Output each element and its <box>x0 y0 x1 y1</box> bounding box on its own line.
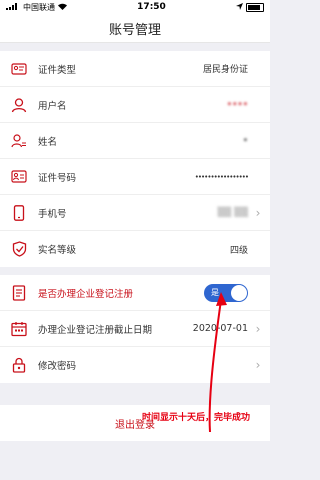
status-time: 17:50 <box>137 2 166 12</box>
row-phone[interactable]: 手机号 ▒▒ ▒▒ › <box>0 195 270 231</box>
name-icon <box>10 132 28 150</box>
chevron-right-icon: › <box>255 358 261 372</box>
row-label: 办理企业登记注册截止日期 <box>38 324 153 336</box>
row-label: 用户名 <box>38 100 67 112</box>
battery-icon <box>246 2 264 12</box>
id-card-icon <box>10 60 28 78</box>
calendar-icon <box>10 320 28 338</box>
toggle-text: 是 <box>211 288 219 297</box>
chevron-right-icon: › <box>255 321 261 336</box>
row-verification-level: 实名等级 四级 <box>0 231 270 267</box>
account-info-group: 证件类型 居民身份证 用户名 •••• 姓名 • 证件号码 ••••••••••… <box>0 51 270 267</box>
row-value: • <box>242 135 248 146</box>
row-id-type: 证件类型 居民身份证 <box>0 51 270 87</box>
lock-icon <box>10 356 28 374</box>
row-label: 姓名 <box>38 136 58 148</box>
carrier-name: 中国联通 <box>23 2 55 12</box>
status-bar: 中国联通 17:50 <box>0 0 270 14</box>
document-icon <box>10 284 28 302</box>
row-label: 证件类型 <box>38 64 77 76</box>
phone-icon <box>10 204 28 222</box>
page-title: 账号管理 <box>0 14 270 43</box>
row-label: 手机号 <box>38 208 67 220</box>
row-value: 四级 <box>229 245 248 256</box>
row-label: 是否办理企业登记注册 <box>38 288 134 300</box>
location-icon <box>236 2 243 12</box>
row-name: 姓名 • <box>0 123 270 159</box>
row-change-password[interactable]: 修改密码 › <box>0 347 270 383</box>
row-username: 用户名 •••• <box>0 87 270 123</box>
row-value: •••• <box>226 99 248 110</box>
id-number-icon <box>10 168 28 186</box>
row-value: 居民身份证 <box>202 65 248 75</box>
wifi-icon <box>58 3 67 12</box>
row-value: ▒▒ ▒▒ <box>217 207 248 218</box>
toggle-knob <box>231 284 247 301</box>
row-label: 实名等级 <box>38 245 77 256</box>
enterprise-group: 是否办理企业登记注册 是 办理企业登记注册截止日期 2020-07-01 › 修… <box>0 275 270 383</box>
annotation-text: 时间显示十天后，完毕成功 <box>142 413 251 423</box>
row-label: 证件号码 <box>38 172 77 184</box>
row-id-number: 证件号码 ••••••••••••••••• <box>0 159 270 195</box>
row-registration-deadline[interactable]: 办理企业登记注册截止日期 2020-07-01 › <box>0 311 270 347</box>
enterprise-registration-toggle[interactable]: 是 <box>204 283 248 302</box>
chevron-right-icon: › <box>255 205 261 220</box>
row-enterprise-registration: 是否办理企业登记注册 是 <box>0 275 270 311</box>
user-icon <box>10 96 28 114</box>
signal-icon <box>6 2 20 12</box>
shield-check-icon <box>10 240 28 258</box>
row-value: ••••••••••••••••• <box>194 172 249 181</box>
row-label: 修改密码 <box>38 361 77 372</box>
deadline-date: 2020-07-01 <box>192 323 248 334</box>
